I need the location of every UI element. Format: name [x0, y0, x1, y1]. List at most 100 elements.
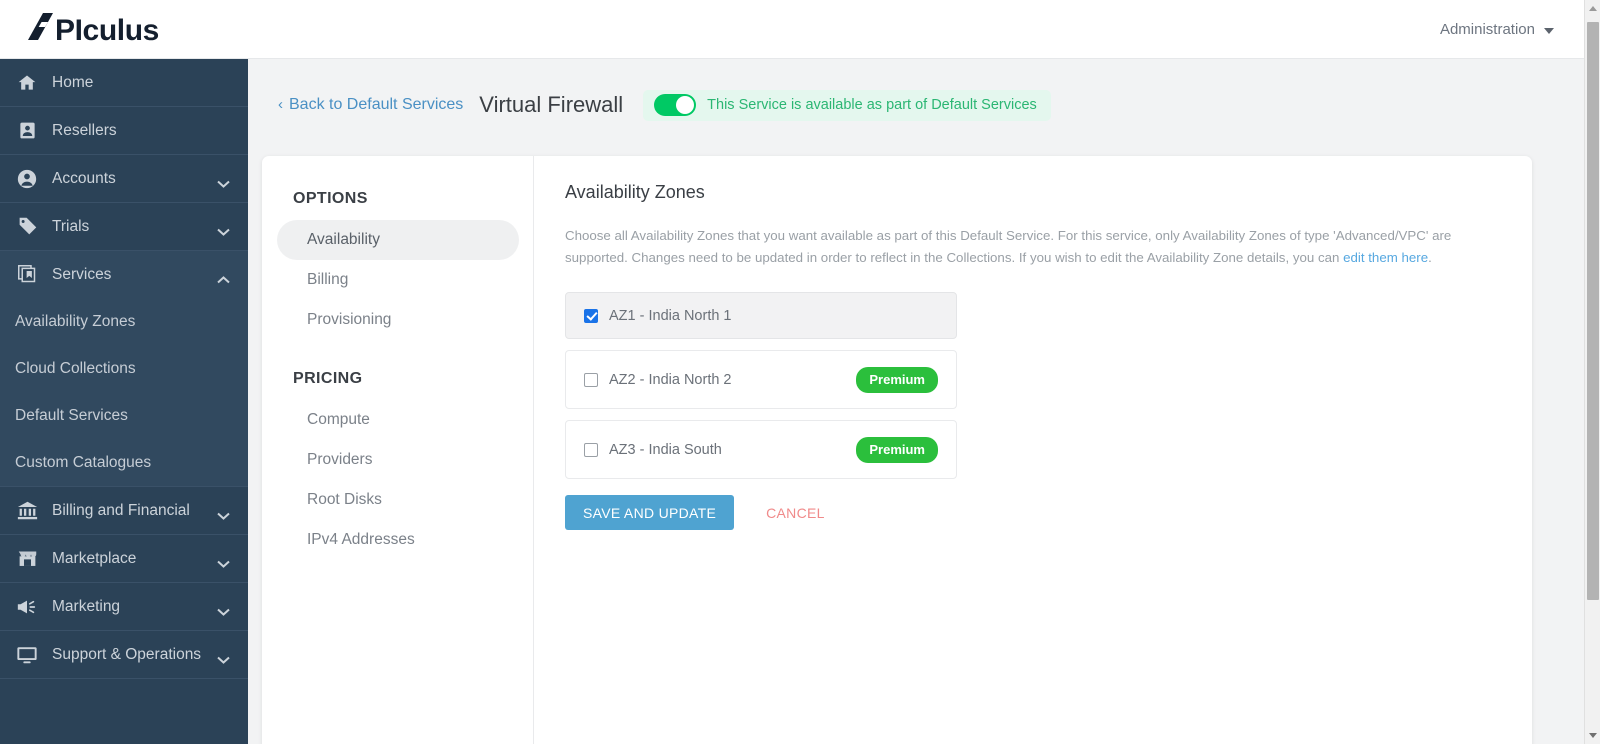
page-title: Virtual Firewall: [479, 92, 624, 117]
scroll-up-arrow-icon[interactable]: [1585, 0, 1600, 17]
megaphone-icon: [15, 595, 39, 619]
back-link-label: Back to Default Services: [289, 96, 464, 113]
chevron-down-icon: [217, 555, 230, 568]
sidebar-item-accounts[interactable]: Accounts: [0, 155, 248, 202]
sidebar-subitem-label: Availability Zones: [15, 312, 136, 330]
sidebar: Home Resellers Accounts Trials Services …: [0, 59, 248, 744]
pricing-group-title: PRICING: [293, 370, 363, 387]
service-availability-toggle[interactable]: [654, 94, 697, 116]
scroll-down-arrow-icon[interactable]: [1585, 727, 1600, 744]
main-content: ‹ Back to Default Services Virtual Firew…: [248, 59, 1584, 744]
edit-zones-link[interactable]: edit them here: [1343, 250, 1428, 265]
options-panel: OPTIONS Availability Billing Provisionin…: [262, 156, 534, 744]
availability-zone-label: AZ2 - India North 2: [609, 371, 732, 388]
availability-zones-section: Availability Zones Choose all Availabili…: [534, 156, 1532, 744]
sidebar-subitem-availability-zones[interactable]: Availability Zones: [0, 298, 248, 345]
option-item-root-disks[interactable]: Root Disks: [277, 480, 519, 520]
page-scrollbar[interactable]: [1584, 0, 1600, 744]
sidebar-subitem-default-services[interactable]: Default Services: [0, 392, 248, 439]
option-item-compute[interactable]: Compute: [277, 400, 519, 440]
sidebar-item-label: Billing and Financial: [52, 501, 190, 519]
option-item-label: Compute: [307, 411, 370, 428]
status-badge: Premium: [856, 366, 938, 393]
availability-zone-row[interactable]: AZ1 - India North 1: [565, 292, 957, 340]
sidebar-item-label: Home: [52, 73, 94, 91]
sidebar-item-home[interactable]: Home: [0, 59, 248, 106]
sidebar-item-label: Support & Operations: [52, 645, 202, 663]
chevron-down-icon: [217, 603, 230, 616]
option-item-providers[interactable]: Providers: [277, 440, 519, 480]
service-availability-label: This Service is available as part of Def…: [707, 97, 1037, 113]
sidebar-item-label: Marketplace: [52, 549, 137, 567]
availability-zone-checkbox[interactable]: [584, 442, 598, 457]
chevron-down-icon: [217, 175, 230, 188]
sidebar-subitem-cloud-collections[interactable]: Cloud Collections: [0, 345, 248, 392]
sidebar-subitem-label: Default Services: [15, 406, 128, 424]
scrollbar-thumb[interactable]: [1587, 22, 1599, 600]
option-item-provisioning[interactable]: Provisioning: [277, 300, 519, 340]
settings-card: OPTIONS Availability Billing Provisionin…: [262, 156, 1532, 744]
sidebar-item-resellers[interactable]: Resellers: [0, 107, 248, 154]
cancel-button[interactable]: CANCEL: [766, 505, 825, 521]
description-text-after: .: [1428, 249, 1432, 265]
availability-zone-label: AZ1 - India North 1: [609, 307, 732, 324]
option-item-billing[interactable]: Billing: [277, 260, 519, 300]
status-badge: Premium: [856, 436, 938, 463]
chevron-down-icon: [217, 651, 230, 664]
service-availability-banner: This Service is available as part of Def…: [643, 89, 1051, 121]
sidebar-item-label: Services: [52, 265, 112, 283]
sidebar-subitem-label: Custom Catalogues: [15, 453, 152, 471]
description-text-before: Choose all Availability Zones that you w…: [565, 228, 1452, 265]
sidebar-item-marketing[interactable]: Marketing: [0, 583, 248, 630]
sidebar-item-support-and-operations[interactable]: Support & Operations: [0, 631, 248, 678]
chevron-left-icon: ‹: [278, 95, 283, 113]
option-item-label: Availability: [307, 231, 380, 248]
top-bar: PI culus Administration: [0, 0, 1584, 59]
option-item-availability[interactable]: Availability: [277, 220, 519, 260]
options-group-title: OPTIONS: [293, 190, 368, 207]
sidebar-item-label: Accounts: [52, 169, 116, 187]
home-icon: [15, 71, 39, 95]
sidebar-item-trials[interactable]: Trials: [0, 203, 248, 250]
back-to-default-services-link[interactable]: ‹ Back to Default Services: [278, 96, 463, 114]
user-circle-icon: [15, 167, 39, 191]
option-item-label: Root Disks: [307, 491, 382, 508]
option-item-label: Providers: [307, 451, 373, 468]
sidebar-item-label: Trials: [52, 217, 90, 235]
sidebar-divider: [0, 678, 248, 679]
sidebar-item-billing-and-financial[interactable]: Billing and Financial: [0, 487, 248, 534]
layers-icon: [15, 263, 39, 287]
chevron-down-icon: [217, 507, 230, 520]
option-item-label: Billing: [307, 271, 349, 288]
availability-zone-checkbox[interactable]: [584, 372, 598, 387]
app-root: PI culus Administration Home Resellers A…: [0, 0, 1600, 744]
sidebar-item-services[interactable]: Services: [0, 251, 248, 298]
brand-logo[interactable]: PI culus: [28, 12, 159, 47]
account-menu-label: Administration: [1439, 20, 1535, 38]
availability-zone-row[interactable]: AZ2 - India North 2 Premium: [565, 350, 957, 410]
sidebar-item-marketplace[interactable]: Marketplace: [0, 535, 248, 582]
option-item-label: IPv4 Addresses: [307, 531, 415, 548]
availability-zone-row[interactable]: AZ3 - India South Premium: [565, 420, 957, 480]
sidebar-services-submenu: Availability Zones Cloud Collections Def…: [0, 298, 248, 486]
save-and-update-button[interactable]: SAVE AND UPDATE: [565, 495, 735, 531]
availability-zone-list: AZ1 - India North 1 AZ2 - India North 2 …: [565, 292, 957, 480]
chevron-down-icon: [1544, 28, 1554, 34]
availability-zone-checkbox[interactable]: [584, 308, 598, 323]
section-description: Choose all Availability Zones that you w…: [565, 225, 1502, 268]
account-menu[interactable]: Administration: [1440, 21, 1554, 38]
logo-a-mark: [28, 12, 54, 40]
sidebar-item-label: Marketing: [52, 597, 121, 615]
sidebar-subitem-custom-catalogues[interactable]: Custom Catalogues: [0, 439, 248, 486]
logo-text-pi: PI: [55, 13, 83, 47]
sidebar-subitem-label: Cloud Collections: [15, 359, 136, 377]
form-actions: SAVE AND UPDATE CANCEL: [565, 495, 1502, 531]
option-item-ipv4-addresses[interactable]: IPv4 Addresses: [277, 520, 519, 560]
bank-icon: [15, 499, 39, 523]
section-title: Availability Zones: [565, 182, 705, 202]
toggle-knob: [676, 96, 695, 114]
id-card-icon: [15, 119, 39, 143]
option-item-label: Provisioning: [307, 311, 392, 328]
availability-zone-label: AZ3 - India South: [609, 441, 722, 458]
page-header: ‹ Back to Default Services Virtual Firew…: [248, 59, 1584, 129]
